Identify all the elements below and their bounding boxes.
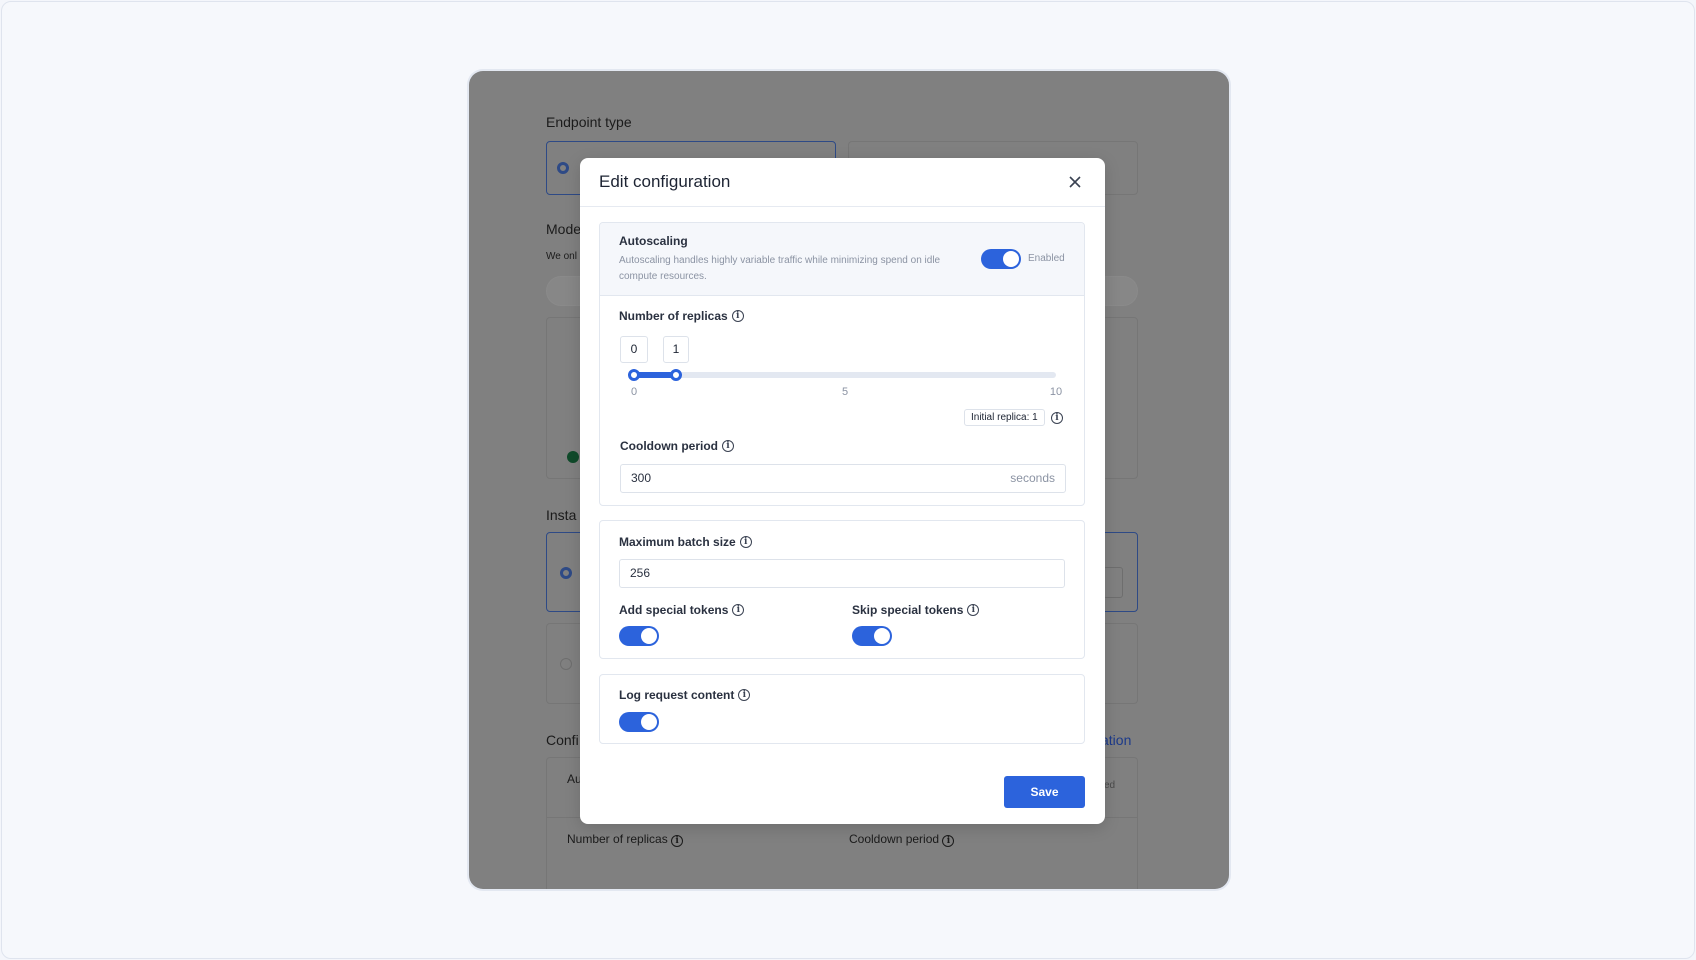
log-request-label: Log request content i [619, 688, 751, 702]
instance-heading: Insta [546, 507, 577, 523]
autoscaling-status: Enabled [1028, 253, 1065, 264]
info-icon[interactable]: i [739, 536, 752, 548]
replicas-slider-max-thumb[interactable] [670, 369, 683, 381]
log-request-toggle[interactable] [619, 712, 659, 732]
info-icon[interactable]: i [967, 604, 980, 616]
configuration-heading: Confi [546, 732, 579, 748]
log-section: Log request content i [599, 674, 1085, 744]
info-icon: i [671, 835, 684, 847]
edit-configuration-modal: Edit configuration Autoscaling Autoscali… [580, 158, 1105, 824]
skip-special-tokens-label: Skip special tokens i [852, 603, 980, 617]
replicas-slider-track[interactable] [634, 372, 1056, 378]
info-icon[interactable]: i [738, 689, 751, 701]
radio-selected-icon [560, 567, 572, 579]
modal-header: Edit configuration [580, 158, 1105, 207]
skip-special-tokens-toggle[interactable] [852, 626, 892, 646]
radio-icon [560, 658, 572, 670]
replicas-max-input[interactable]: 1 [663, 336, 689, 363]
info-icon[interactable]: i [731, 310, 744, 322]
save-button[interactable]: Save [1004, 776, 1085, 808]
summary-replicas-label: Number of replicas i [567, 832, 684, 847]
cooldown-input[interactable]: 300 seconds [620, 464, 1066, 493]
info-icon[interactable]: i [732, 604, 745, 616]
initial-replica-badge: Initial replica: 1 [964, 409, 1045, 426]
slider-tick-label: 5 [841, 386, 849, 398]
modal-title: Edit configuration [599, 172, 731, 191]
autoscaling-toggle[interactable] [981, 249, 1021, 269]
autoscaling-summary-status: ed [1104, 780, 1116, 791]
batch-section: Maximum batch size i 256 Add special toke… [599, 520, 1085, 659]
endpoint-type-heading: Endpoint type [546, 114, 632, 130]
add-special-tokens-label: Add special tokens i [619, 603, 745, 617]
info-icon: i [942, 835, 955, 847]
replicas-min-input[interactable]: 0 [620, 336, 648, 363]
info-icon[interactable]: i [1051, 412, 1063, 424]
slider-tick-label: 0 [630, 386, 638, 398]
info-icon[interactable]: i [722, 440, 734, 452]
dropdown [1103, 567, 1123, 598]
edit-configuration-link: ation [1101, 732, 1132, 748]
summary-cooldown-label: Cooldown period i [849, 832, 955, 847]
replicas-slider-min-thumb[interactable] [628, 369, 640, 381]
batch-size-input[interactable]: 256 [619, 559, 1065, 588]
cooldown-label: Cooldown period i [620, 439, 734, 453]
cooldown-unit: seconds [1010, 471, 1055, 485]
mode-heading: Mode [546, 221, 582, 237]
autoscaling-description: Autoscaling handles highly variable traf… [619, 255, 941, 282]
autoscaling-title: Autoscaling [619, 234, 688, 248]
add-special-tokens-toggle[interactable] [619, 626, 659, 646]
radio-selected-icon [557, 162, 569, 174]
mode-description: We onl [546, 251, 577, 262]
batch-size-label: Maximum batch size i [619, 535, 752, 549]
slider-tick-label: 10 [1049, 386, 1063, 398]
close-icon[interactable] [1065, 172, 1085, 192]
check-icon [567, 451, 579, 463]
replicas-label: Number of replicas i [619, 309, 744, 323]
